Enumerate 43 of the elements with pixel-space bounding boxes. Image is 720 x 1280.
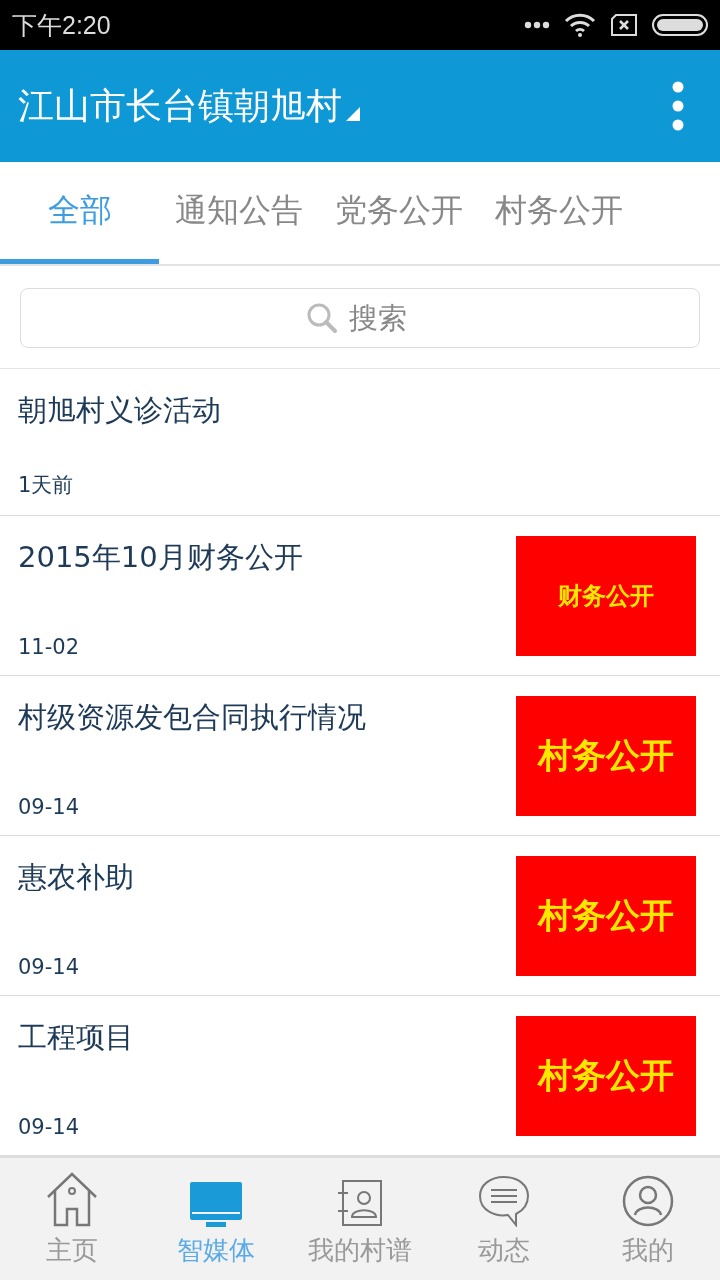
article-date: 09-14 bbox=[18, 1115, 81, 1139]
more-dots-icon bbox=[524, 21, 550, 29]
thumbnail-caption: 村务公开 bbox=[538, 733, 674, 777]
caret-icon[interactable] bbox=[346, 107, 360, 121]
contact-book-icon bbox=[336, 1179, 384, 1227]
village-selector[interactable]: 江山市长台镇朝旭村 bbox=[18, 81, 342, 131]
article-title: 工程项目 bbox=[18, 1019, 135, 1056]
article-item[interactable]: 朝旭村义诊活动 1天前 bbox=[0, 369, 720, 516]
nav-tab[interactable]: 动态 bbox=[432, 1158, 576, 1280]
nav-tab[interactable]: 智媒体 bbox=[144, 1158, 288, 1280]
search-field[interactable]: 搜索 bbox=[20, 288, 700, 348]
thumbnail-caption: 村务公开 bbox=[538, 1053, 674, 1097]
category-tab[interactable]: 全部 bbox=[0, 162, 159, 264]
overflow-menu-icon[interactable] bbox=[672, 81, 684, 131]
article-title: 朝旭村义诊活动 bbox=[18, 392, 222, 429]
category-tab[interactable]: 村务公开 bbox=[479, 162, 639, 264]
wifi-icon bbox=[564, 13, 596, 37]
no-sim-icon bbox=[610, 14, 638, 36]
article-date: 09-14 bbox=[18, 955, 81, 979]
article-item[interactable]: 2015年10月财务公开 11-02 财务公开 bbox=[0, 516, 720, 676]
battery-icon bbox=[652, 14, 708, 36]
monitor-icon bbox=[189, 1181, 243, 1227]
category-tab[interactable]: 党务公开 bbox=[319, 162, 479, 264]
category-tab[interactable]: 通知公告 bbox=[159, 162, 319, 264]
article-date: 09-14 bbox=[18, 795, 81, 819]
nav-tab[interactable]: 主页 bbox=[0, 1158, 144, 1280]
thumbnail-caption: 财务公开 bbox=[558, 579, 654, 612]
article-date: 1天前 bbox=[18, 472, 75, 499]
speech-bubble-icon bbox=[478, 1175, 530, 1227]
search-icon bbox=[306, 302, 338, 334]
status-time: 下午2:20 bbox=[12, 9, 111, 41]
article-title: 村级资源发包合同执行情况 bbox=[18, 699, 367, 736]
article-title: 2015年10月财务公开 bbox=[18, 539, 304, 576]
thumbnail-caption: 村务公开 bbox=[538, 893, 674, 937]
article-title: 惠农补助 bbox=[18, 859, 135, 896]
article-item[interactable]: 工程项目 09-14 村务公开 bbox=[0, 996, 720, 1156]
profile-icon bbox=[622, 1175, 674, 1227]
article-item[interactable]: 惠农补助 09-14 村务公开 bbox=[0, 836, 720, 996]
article-date: 11-02 bbox=[18, 635, 81, 659]
nav-tab[interactable]: 我的村谱 bbox=[288, 1158, 432, 1280]
home-icon bbox=[45, 1171, 99, 1227]
article-item[interactable]: 村级资源发包合同执行情况 09-14 村务公开 bbox=[0, 676, 720, 836]
nav-tab[interactable]: 我的 bbox=[576, 1158, 720, 1280]
